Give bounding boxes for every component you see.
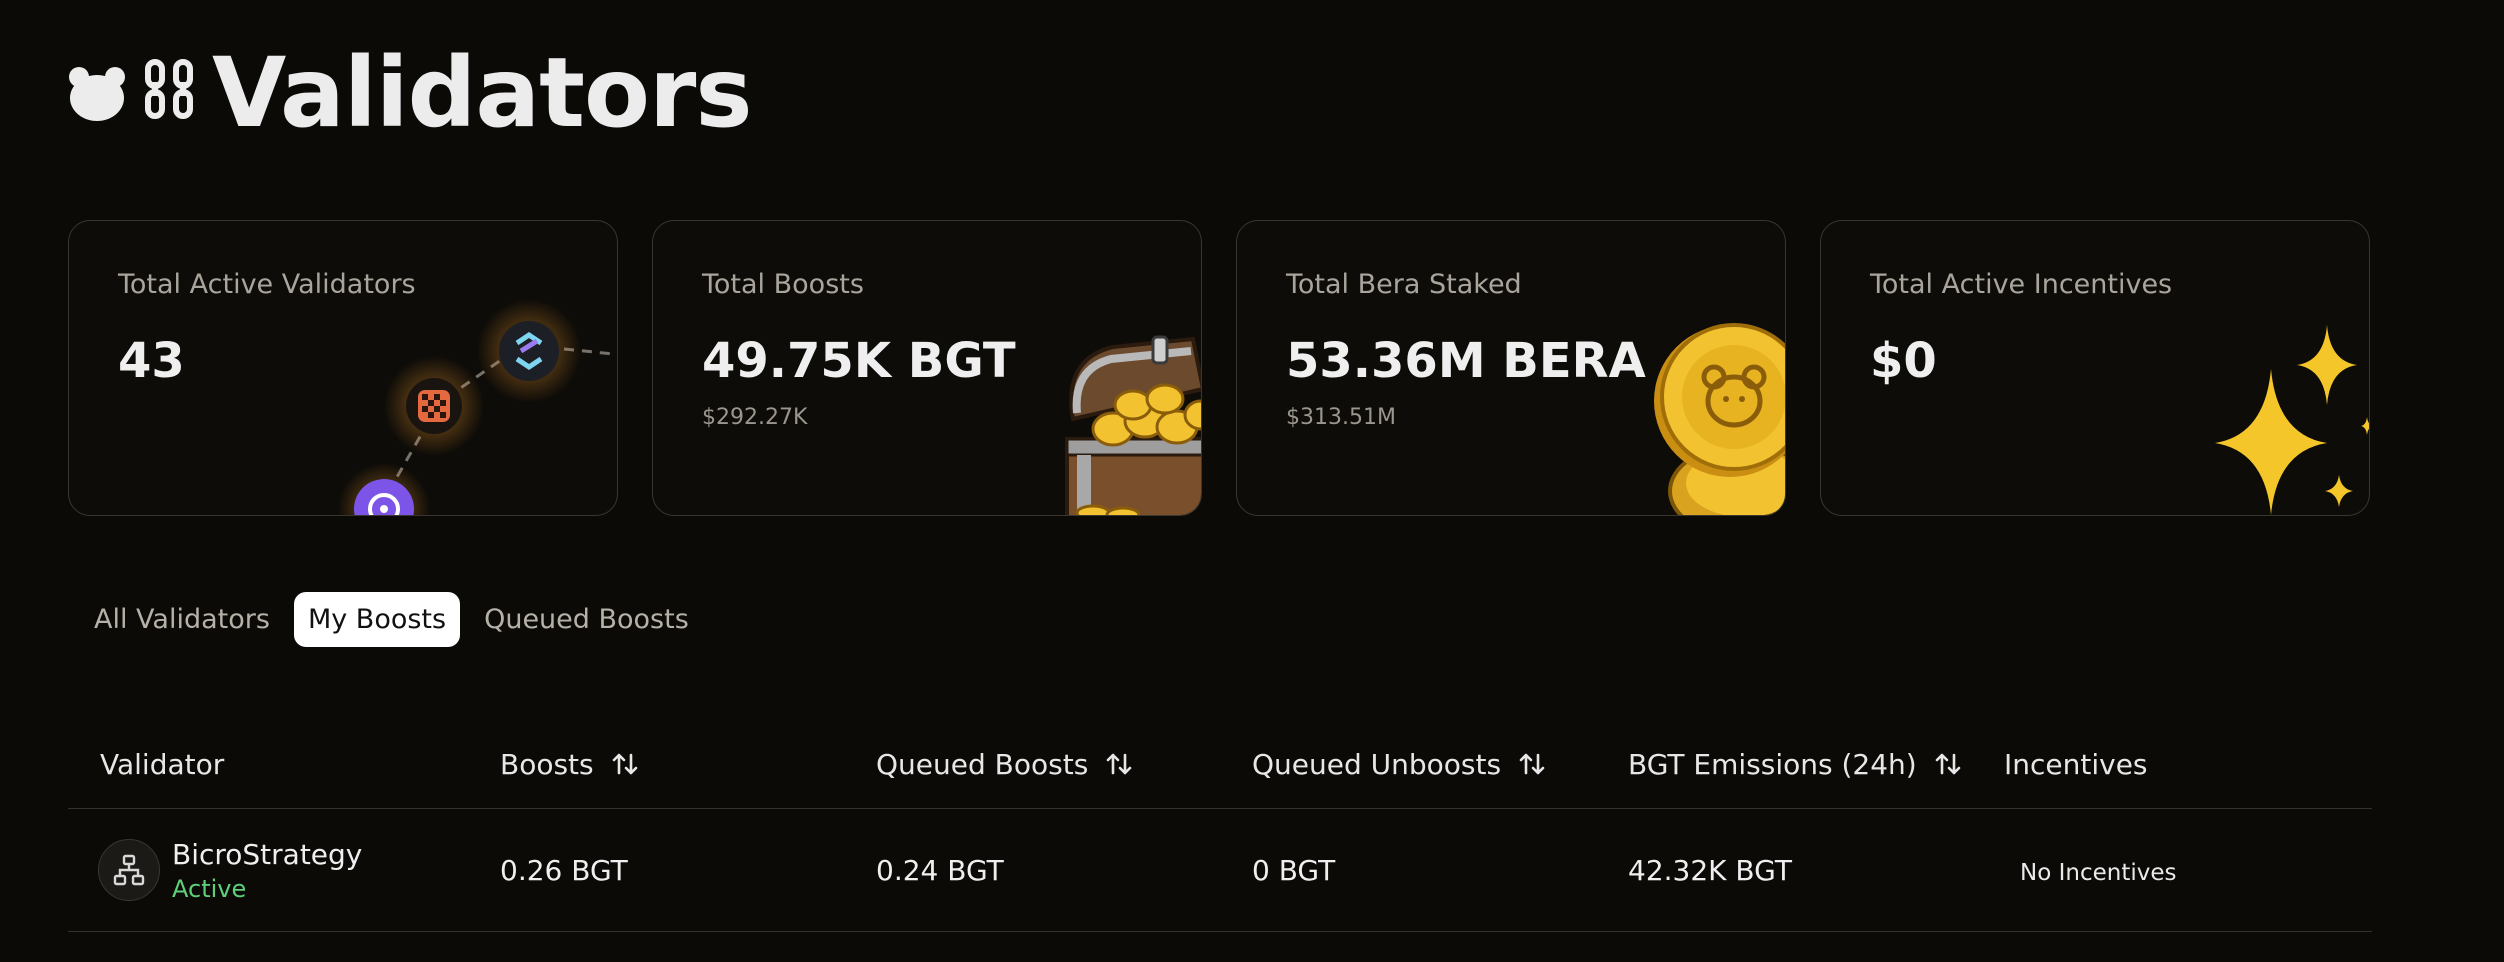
- bear-icon: [69, 67, 125, 121]
- column-header-label: Incentives: [2004, 747, 2148, 781]
- stat-label: Total Active Incentives: [1870, 269, 2173, 300]
- boosts-table: Validator Boosts Queued Boosts Queued Un…: [68, 720, 2372, 932]
- tab-queued-boosts[interactable]: Queued Boosts: [470, 592, 703, 647]
- page-header: Validators: [66, 37, 752, 149]
- table-row[interactable]: BicroStrategy Active 0.26 BGT 0.24 BGT 0…: [68, 809, 2372, 932]
- page-title: Validators: [212, 37, 752, 149]
- stat-subvalue: $292.27K: [702, 405, 808, 430]
- column-header-label: Queued Boosts: [876, 747, 1089, 781]
- stats-row: Total Active Validators 43 Total Boosts …: [68, 220, 2370, 516]
- tab-all-validators[interactable]: All Validators: [80, 592, 284, 647]
- stat-value: 43: [118, 333, 185, 389]
- sort-icon[interactable]: [1104, 749, 1134, 779]
- stat-card-active-validators: Total Active Validators 43: [68, 220, 618, 516]
- column-header-queued-boosts[interactable]: Queued Boosts: [844, 748, 1220, 781]
- column-header-label: Validator: [100, 747, 225, 781]
- queued-boosts-cell: 0.24 BGT: [876, 853, 1004, 887]
- stat-value: 53.36M BERA: [1286, 333, 1646, 389]
- stat-card-active-incentives: Total Active Incentives $0: [1820, 220, 2370, 516]
- stat-value: $0: [1870, 333, 1937, 389]
- boosts-cell: 0.26 BGT: [500, 853, 628, 887]
- table-header: Validator Boosts Queued Boosts Queued Un…: [68, 720, 2372, 809]
- column-header-bgt-emissions[interactable]: BGT Emissions (24h): [1596, 748, 1996, 781]
- tab-my-boosts[interactable]: My Boosts: [293, 592, 461, 647]
- sort-icon[interactable]: [1933, 749, 1963, 779]
- column-header-incentives: Incentives: [1996, 748, 2372, 781]
- validator-status: Active: [172, 874, 247, 903]
- column-header-label: BGT Emissions (24h): [1628, 747, 1917, 781]
- validator-network-illustration: [339, 299, 617, 515]
- sort-icon[interactable]: [610, 749, 640, 779]
- bera-coin-icon: [1654, 323, 1785, 515]
- sort-icon[interactable]: [1517, 749, 1547, 779]
- queued-unboosts-cell: 0 BGT: [1252, 853, 1336, 887]
- stat-value: 49.75K BGT: [702, 333, 1016, 389]
- column-header-queued-unboosts[interactable]: Queued Unboosts: [1220, 748, 1596, 781]
- stat-card-bera-staked: Total Bera Staked 53.36M BERA $313.51M: [1236, 220, 1786, 516]
- validator-cell[interactable]: BicroStrategy Active: [68, 838, 468, 903]
- bgt-emissions-cell: 42.32K BGT: [1628, 853, 1792, 887]
- sparkles-icon: [2215, 325, 2369, 515]
- column-header-validator: Validator: [68, 748, 468, 781]
- incentives-value: No Incentives: [2020, 859, 2177, 886]
- stat-subvalue: $313.51M: [1286, 405, 1396, 430]
- column-header-label: Boosts: [500, 747, 594, 781]
- column-header-boosts[interactable]: Boosts: [468, 748, 844, 781]
- validator-avatar-icon: [98, 839, 160, 901]
- stat-label: Total Boosts: [702, 269, 864, 300]
- column-header-label: Queued Unboosts: [1252, 747, 1502, 781]
- incentives-cell: No Incentives: [1996, 854, 2372, 887]
- treasure-chest-icon: [1065, 335, 1201, 515]
- stat-card-total-boosts: Total Boosts 49.75K BGT $292.27K: [652, 220, 1202, 516]
- validator-name[interactable]: BicroStrategy: [172, 838, 362, 871]
- validator-tabs: All Validators My Boosts Queued Boosts: [80, 592, 703, 647]
- stat-label: Total Bera Staked: [1286, 269, 1522, 300]
- chain-link-icon: [145, 59, 193, 119]
